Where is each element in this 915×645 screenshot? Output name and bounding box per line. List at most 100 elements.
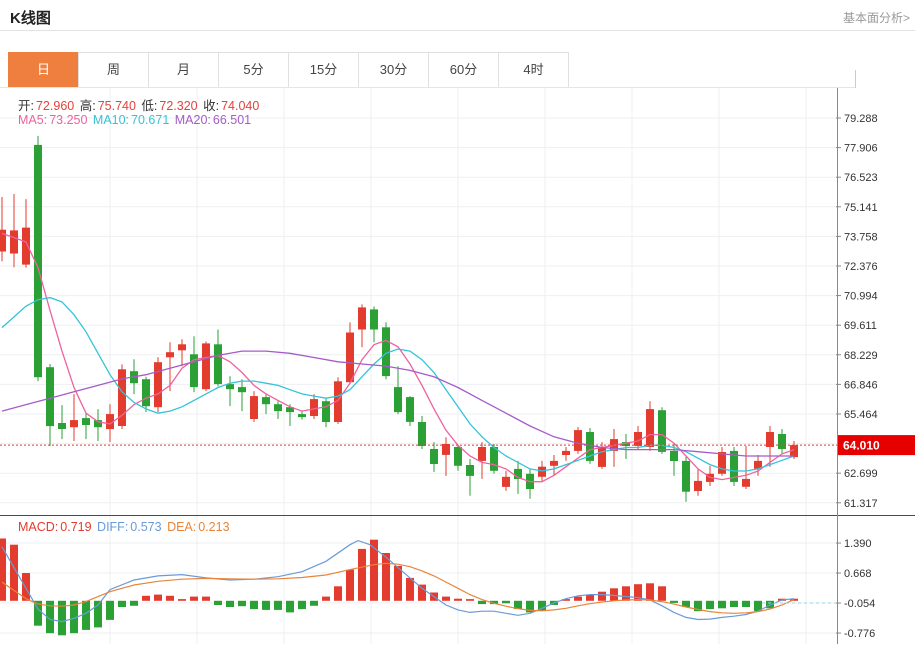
- axis-label: 75.141: [844, 202, 878, 214]
- axis-label: 0.668: [844, 568, 872, 580]
- high-value: 75.740: [98, 99, 136, 113]
- high-label: 高:: [80, 99, 96, 113]
- macd-bar: [178, 599, 186, 601]
- candle-body: [298, 414, 306, 417]
- macd-readout: MACD:0.719 DIFF:0.573 DEA:0.213: [18, 520, 232, 534]
- low-label: 低:: [141, 99, 157, 113]
- macd-bar: [322, 597, 330, 601]
- candle-body: [370, 309, 378, 329]
- candle-body: [490, 447, 498, 471]
- macd-bar: [406, 578, 414, 601]
- candle-body: [310, 399, 318, 416]
- diff-value: 0.573: [130, 520, 161, 534]
- candle-body: [550, 461, 558, 466]
- macd-bar: [466, 599, 474, 601]
- candle-body: [154, 362, 162, 407]
- axis-label: -0.776: [844, 628, 875, 640]
- macd-bar: [274, 601, 282, 610]
- macd-bar: [298, 601, 306, 609]
- ohlc-readout: 开:72.960 高:75.740 低:72.320 收:74.040: [18, 95, 261, 114]
- axis-label: 1.390: [844, 538, 872, 550]
- dea-label: DEA:: [167, 520, 196, 534]
- candle-body: [406, 397, 414, 422]
- macd-bar: [370, 540, 378, 601]
- macd-bar: [226, 601, 234, 607]
- candle-body: [598, 447, 606, 467]
- candle-body: [670, 451, 678, 461]
- candle-body: [322, 401, 330, 422]
- candle-body: [238, 387, 246, 392]
- axis-label: 77.906: [844, 143, 878, 155]
- macd-bar: [598, 592, 606, 601]
- candle-body: [166, 352, 174, 357]
- candle-body: [454, 447, 462, 466]
- macd-bar: [250, 601, 258, 609]
- candle-body: [694, 481, 702, 491]
- macd-bar: [166, 596, 174, 601]
- macd-bar: [82, 601, 90, 630]
- axis-label: 72.376: [844, 261, 878, 273]
- macd-bar: [118, 601, 126, 607]
- macd-bar: [142, 596, 150, 601]
- ma5-value: 73.250: [49, 113, 87, 127]
- macd-bar: [670, 601, 678, 603]
- candle-body: [82, 418, 90, 425]
- axis-label: 76.523: [844, 172, 878, 184]
- axis-label: 62.699: [844, 468, 878, 480]
- ma5-line: [2, 233, 794, 481]
- macd-bar: [334, 586, 342, 601]
- candle-body: [274, 404, 282, 411]
- macd-bar: [454, 599, 462, 601]
- macd-bar: [442, 597, 450, 601]
- macd-bar: [646, 583, 654, 601]
- macd-bar: [658, 586, 666, 601]
- candle-body: [442, 444, 450, 455]
- candle-body: [502, 477, 510, 487]
- macd-bar: [610, 588, 618, 601]
- macd-bar: [286, 601, 294, 613]
- axis-label: 61.317: [844, 498, 878, 510]
- candle-body: [358, 307, 366, 329]
- macd-bar: [202, 597, 210, 601]
- macd-value: 0.719: [60, 520, 91, 534]
- ma10-label: MA10:: [93, 113, 129, 127]
- candle-body: [430, 449, 438, 464]
- candle-body: [574, 430, 582, 451]
- low-value: 72.320: [159, 99, 197, 113]
- macd-bar: [130, 601, 138, 606]
- diff-label: DIFF:: [97, 520, 128, 534]
- candle-body: [178, 344, 186, 350]
- candle-body: [58, 423, 66, 429]
- macd-bar: [478, 601, 486, 604]
- candle-body: [718, 452, 726, 474]
- macd-bar: [586, 595, 594, 601]
- ma-readout: MA5:73.250 MA10:70.671 MA20:66.501: [18, 113, 253, 127]
- macd-bar: [310, 601, 318, 606]
- macd-bar: [706, 601, 714, 609]
- macd-bar: [502, 601, 510, 604]
- axis-label: 73.758: [844, 231, 878, 243]
- current-price-label: 64.010: [843, 439, 880, 453]
- candle-body: [562, 451, 570, 455]
- axis-label: 79.288: [844, 113, 878, 125]
- candle-body: [22, 228, 30, 265]
- open-label: 开:: [18, 99, 34, 113]
- axis-label: 65.464: [844, 409, 878, 421]
- ma10-value: 70.671: [131, 113, 169, 127]
- macd-bar: [742, 601, 750, 607]
- candle-body: [0, 230, 6, 252]
- macd-bar: [262, 601, 270, 610]
- candle-body: [478, 447, 486, 461]
- axis-label: 69.611: [844, 320, 877, 332]
- candle-body: [538, 467, 546, 477]
- macd-bar: [418, 585, 426, 601]
- macd-label: MACD:: [18, 520, 58, 534]
- ma5-label: MA5:: [18, 113, 47, 127]
- candle-body: [418, 422, 426, 446]
- axis-label: -0.054: [844, 598, 875, 610]
- close-value: 74.040: [221, 99, 259, 113]
- close-label: 收:: [203, 99, 219, 113]
- macd-bar: [190, 597, 198, 601]
- axis-label: 70.994: [844, 291, 878, 303]
- macd-bar: [574, 597, 582, 601]
